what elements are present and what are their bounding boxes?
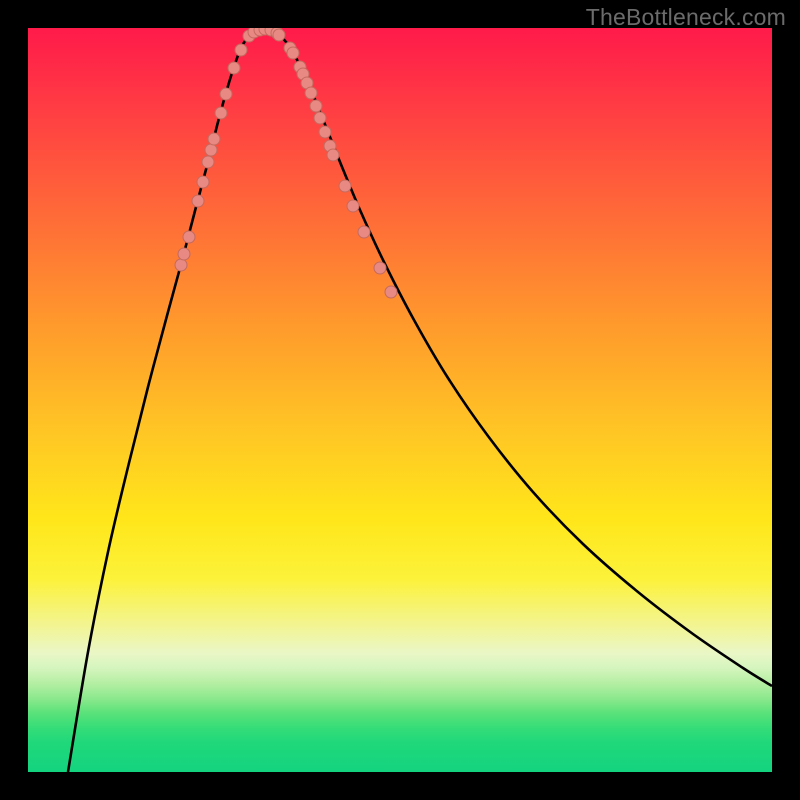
- data-point: [305, 87, 317, 99]
- data-point: [215, 107, 227, 119]
- data-point: [273, 29, 285, 41]
- data-point: [327, 149, 339, 161]
- data-point: [197, 176, 209, 188]
- data-point: [205, 144, 217, 156]
- data-point: [208, 133, 220, 145]
- data-point: [358, 226, 370, 238]
- data-point: [235, 44, 247, 56]
- data-point: [183, 231, 195, 243]
- data-point: [385, 286, 397, 298]
- chart-svg: [28, 28, 772, 772]
- data-point: [192, 195, 204, 207]
- curve-left: [68, 29, 263, 772]
- curve-right: [263, 29, 772, 686]
- data-point: [178, 248, 190, 260]
- data-point: [339, 180, 351, 192]
- data-point: [314, 112, 326, 124]
- data-point: [347, 200, 359, 212]
- data-point: [374, 262, 386, 274]
- data-point: [310, 100, 322, 112]
- data-points-group: [175, 28, 397, 298]
- data-point: [202, 156, 214, 168]
- data-point: [175, 259, 187, 271]
- data-point: [319, 126, 331, 138]
- data-point: [228, 62, 240, 74]
- chart-plot-area: [28, 28, 772, 772]
- data-point: [287, 47, 299, 59]
- data-point: [220, 88, 232, 100]
- watermark-text: TheBottleneck.com: [586, 4, 786, 31]
